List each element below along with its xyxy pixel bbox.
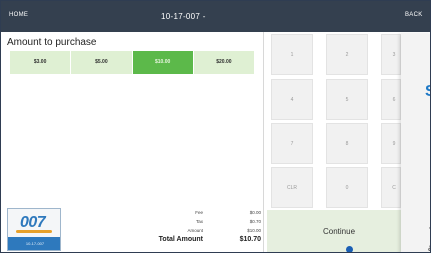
key-0[interactable]: 0 — [326, 167, 368, 208]
summary-row-tax: Tax $0.70 — [67, 217, 263, 226]
panel-heading: S — [425, 83, 430, 101]
amount-option-3[interactable]: $3.00 — [10, 51, 72, 74]
tax-label: Tax — [195, 219, 203, 224]
key-7[interactable]: 7 — [271, 123, 313, 164]
game-logo-button[interactable]: 007 10-17-007 — [7, 208, 61, 251]
touch-indicator-icon — [346, 246, 353, 252]
home-button[interactable]: HOME — [9, 12, 28, 18]
total-value: $10.70 — [239, 236, 261, 243]
key-9[interactable]: 9 — [381, 123, 401, 164]
tax-value: $0.70 — [249, 219, 261, 224]
key-6[interactable]: 6 — [381, 79, 401, 120]
top-bar: HOME 10-17-007 - BACK — [1, 1, 430, 32]
continue-label: Continue — [323, 227, 356, 236]
key-5[interactable]: 5 — [326, 79, 368, 120]
slide-in-panel: S T a — [401, 34, 430, 252]
key-4[interactable]: 4 — [271, 79, 313, 120]
summary-row-total: Total Amount $10.70 — [67, 236, 263, 245]
key-3[interactable]: 3 — [381, 34, 401, 75]
amount-options: $3.00 $5.00 $10.00 $20.00 — [10, 51, 254, 74]
page-title: 10-17-007 - — [161, 12, 206, 21]
logo-swoosh-icon — [16, 230, 52, 233]
key-cancel[interactable]: C — [381, 167, 401, 208]
game-id-label: 10-17-007 — [25, 241, 45, 246]
key-clear[interactable]: CLR — [271, 167, 313, 208]
fee-label: Fee — [195, 210, 203, 215]
summary-row-fee: Fee $0.00 — [67, 208, 263, 217]
key-8[interactable]: 8 — [326, 123, 368, 164]
amount-option-5[interactable]: $5.00 — [71, 51, 133, 74]
amount-option-20[interactable]: $20.00 — [193, 51, 254, 74]
panel-divider — [263, 32, 264, 252]
app-window: HOME 10-17-007 - BACK Amount to purchase… — [0, 0, 431, 253]
order-summary: Fee $0.00 Tax $0.70 Amount $10.00 Total … — [67, 208, 263, 252]
key-1[interactable]: 1 — [271, 34, 313, 75]
total-label: Total Amount — [158, 236, 203, 243]
summary-row-amount: Amount $10.00 — [67, 226, 263, 235]
purchase-heading: Amount to purchase — [7, 37, 97, 48]
numeric-keypad: 1 2 3 4 5 6 7 8 9 CLR 0 C — [269, 34, 401, 208]
key-2[interactable]: 2 — [326, 34, 368, 75]
amount-option-10-selected[interactable]: $10.00 — [132, 51, 194, 74]
amount-label: Amount — [187, 228, 203, 233]
fee-value: $0.00 — [249, 210, 261, 215]
amount-value: $10.00 — [247, 228, 261, 233]
back-button[interactable]: BACK — [405, 12, 423, 18]
